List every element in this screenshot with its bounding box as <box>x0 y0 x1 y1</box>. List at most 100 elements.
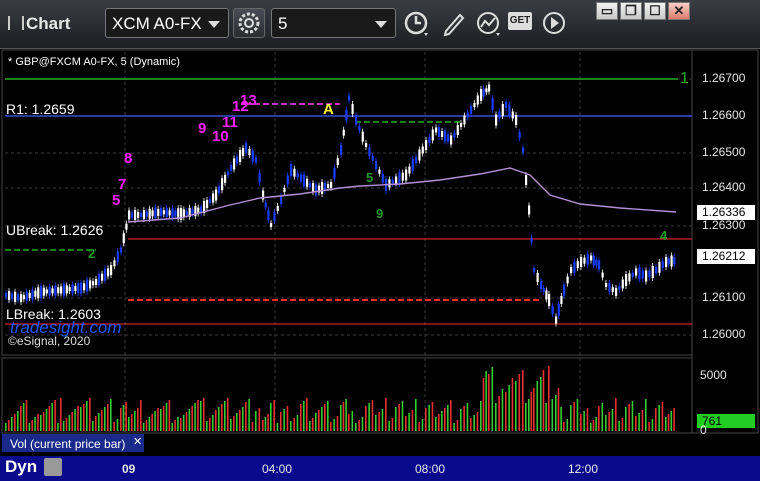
candle <box>267 210 270 220</box>
volume-bar <box>25 400 28 431</box>
green-count-label: 9 <box>376 206 384 221</box>
symbol-select[interactable]: XCM A0-FX <box>105 8 229 38</box>
volume-bar <box>42 412 45 431</box>
minimize-icon: ▭ <box>600 3 614 18</box>
volume-bar <box>391 418 394 431</box>
volume-bar <box>545 403 547 431</box>
close-button[interactable]: ✕ <box>668 2 690 20</box>
volume-bar <box>444 408 446 431</box>
price-tick: 1.26100 <box>702 290 746 304</box>
candle <box>401 172 404 181</box>
volume-bar <box>48 406 51 431</box>
candle <box>89 280 92 289</box>
volume-bar <box>628 404 630 431</box>
dyn-label[interactable]: Dyn <box>5 457 37 477</box>
volume-bar <box>488 374 490 431</box>
candle <box>125 223 128 230</box>
volume-last-value: 761 <box>702 414 723 428</box>
volume-bar <box>673 408 675 431</box>
candle <box>378 169 381 174</box>
settings-button[interactable] <box>233 8 265 38</box>
candle <box>22 295 26 300</box>
clock-icon[interactable] <box>402 9 430 37</box>
volume-bar <box>321 407 323 431</box>
candle <box>255 157 258 163</box>
candle <box>398 172 401 185</box>
candle <box>505 102 508 108</box>
candle <box>358 125 361 131</box>
volume-bar <box>34 417 36 431</box>
lock-icon[interactable] <box>44 458 62 476</box>
candle <box>348 95 351 101</box>
restore-button[interactable]: ❐ <box>620 2 642 20</box>
study-icon[interactable] <box>474 9 502 37</box>
candle <box>74 286 77 292</box>
candle <box>580 257 583 267</box>
volume-bar <box>218 407 220 431</box>
ma-price-value: 1.26336 <box>702 205 746 219</box>
volume-bar <box>300 404 302 431</box>
minimize-button[interactable]: ▭ <box>596 2 618 20</box>
volume-bar <box>563 422 565 431</box>
volume-bar <box>40 415 42 431</box>
candle <box>511 111 514 119</box>
candle <box>107 268 110 277</box>
candle <box>48 286 51 296</box>
volume-bar <box>283 409 285 431</box>
candle <box>595 259 598 266</box>
volume-bar <box>14 414 16 431</box>
candle <box>110 265 113 275</box>
candle <box>592 255 595 266</box>
volume-bar <box>28 423 31 431</box>
volume-bar <box>621 418 624 431</box>
volume-bar <box>142 423 145 431</box>
maximize-icon: ☐ <box>649 3 661 18</box>
candle <box>641 270 644 279</box>
volume-bar <box>154 411 156 431</box>
candle <box>40 286 43 298</box>
volume-bar <box>408 413 410 431</box>
candle <box>631 272 634 277</box>
volume-bar <box>375 415 377 431</box>
candle <box>491 98 494 110</box>
volume-bar <box>273 400 275 431</box>
volume-bar <box>157 408 159 431</box>
candle <box>280 196 283 204</box>
volume-bar <box>309 421 311 431</box>
candle <box>542 288 545 292</box>
volume-bar <box>137 408 139 431</box>
interval-select[interactable]: 5 <box>271 8 396 38</box>
play-icon[interactable] <box>540 9 568 37</box>
candle <box>20 294 23 302</box>
volume-bar <box>592 420 595 431</box>
candle <box>638 267 641 280</box>
volume-bar <box>77 406 79 431</box>
price-chart[interactable] <box>0 48 760 481</box>
volume-bar <box>518 374 521 431</box>
price-tick: 1.26600 <box>702 108 746 122</box>
candle <box>625 274 628 286</box>
volume-bar <box>655 408 657 431</box>
candle <box>583 257 586 264</box>
candle <box>476 95 479 105</box>
volume-bar <box>361 417 364 431</box>
candle <box>165 208 168 218</box>
candle <box>438 127 441 137</box>
pencil-icon[interactable] <box>440 9 468 37</box>
volume-close-button[interactable]: ✕ <box>133 436 144 448</box>
maximize-button[interactable]: ☐ <box>644 2 666 20</box>
volume-bar <box>368 403 370 431</box>
volume-bar <box>264 417 267 431</box>
candle <box>145 211 148 217</box>
candle <box>368 147 371 157</box>
volume-bar <box>625 407 627 431</box>
candle <box>315 184 318 196</box>
volume-bar <box>473 415 475 431</box>
volume-bar <box>515 381 517 431</box>
price-tick: 1.26500 <box>702 145 746 159</box>
volume-bar <box>113 422 115 431</box>
candle <box>528 205 531 215</box>
candle <box>31 289 34 300</box>
get-button[interactable]: GET <box>508 12 532 30</box>
volume-bar <box>560 407 562 431</box>
